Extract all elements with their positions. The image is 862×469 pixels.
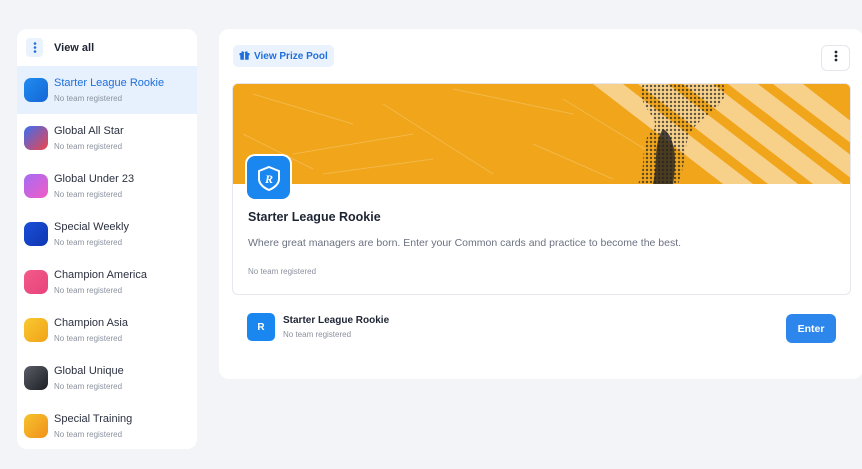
league-color-icon <box>24 318 48 342</box>
league-item-text: Special Weekly No team registered <box>54 220 129 249</box>
league-item-text: Champion Asia No team registered <box>54 316 128 345</box>
view-all-button[interactable]: View all <box>17 29 197 66</box>
league-color-icon <box>24 222 48 246</box>
league-item-status: No team registered <box>54 237 123 247</box>
more-vertical-icon <box>26 38 43 57</box>
kebab-menu-icon <box>834 49 838 67</box>
sidebar-league-item[interactable]: Champion Asia No team registered <box>17 306 197 354</box>
league-card: R Starter League Rookie Where great mana… <box>232 83 851 295</box>
league-item-text: Starter League Rookie No team registered <box>54 76 164 105</box>
league-item-text: Global Unique No team registered <box>54 364 124 393</box>
view-all-label: View all <box>54 41 95 54</box>
league-item-name: Global Unique <box>54 364 124 377</box>
sidebar-league-item[interactable]: Starter League Rookie No team registered <box>17 66 197 114</box>
more-options-button[interactable] <box>821 45 850 71</box>
sidebar-league-item[interactable]: Special Training No team registered <box>17 402 197 449</box>
league-item-status: No team registered <box>54 141 123 151</box>
league-item-name: Starter League Rookie <box>54 76 165 89</box>
league-list: Starter League Rookie No team registered G… <box>17 66 197 449</box>
league-badge-icon: R <box>247 156 290 199</box>
view-prize-pool-button[interactable]: View Prize Pool <box>233 45 334 67</box>
league-card-description: Where great managers are born. Enter you… <box>248 237 682 249</box>
league-color-icon <box>24 126 48 150</box>
sidebar-league-item[interactable]: Global All Star No team registered <box>17 114 197 162</box>
league-item-text: Champion America No team registered <box>54 268 147 297</box>
league-detail-panel: View Prize Pool R Starter League Rookie … <box>219 29 862 379</box>
league-item-name: Global Under 23 <box>54 172 135 185</box>
league-banner-image <box>233 84 850 184</box>
sidebar-league-item[interactable]: Global Unique No team registered <box>17 354 197 402</box>
league-item-status: No team registered <box>54 285 123 295</box>
league-item-name: Special Weekly <box>54 220 129 233</box>
league-color-icon <box>24 414 48 438</box>
league-item-status: No team registered <box>54 93 123 103</box>
league-item-text: Global Under 23 No team registered <box>54 172 134 201</box>
sidebar-league-item[interactable]: Special Weekly No team registered <box>17 210 197 258</box>
league-item-name: Champion America <box>54 268 147 281</box>
league-item-text: Global All Star No team registered <box>54 124 124 153</box>
league-card-status: No team registered <box>248 267 317 276</box>
svg-text:R: R <box>263 172 272 186</box>
sidebar-league-item[interactable]: Global Under 23 No team registered <box>17 162 197 210</box>
league-entry-name: Starter League Rookie <box>283 314 390 326</box>
league-color-icon <box>24 78 48 102</box>
league-item-name: Special Training <box>54 412 133 425</box>
enter-button[interactable]: Enter <box>786 314 836 343</box>
gift-icon <box>239 50 250 63</box>
league-item-status: No team registered <box>54 189 123 199</box>
league-card-title: Starter League Rookie <box>248 210 381 224</box>
league-sidebar: View all Starter League Rookie No team re… <box>17 29 197 449</box>
league-item-status: No team registered <box>54 429 123 439</box>
league-item-status: No team registered <box>54 381 123 391</box>
league-entry-row: R Starter League Rookie No team register… <box>247 313 389 341</box>
league-item-text: Special Training No team registered <box>54 412 132 441</box>
league-item-name: Global All Star <box>54 124 124 137</box>
league-item-name: Champion Asia <box>54 316 128 329</box>
league-color-icon <box>24 174 48 198</box>
league-color-icon <box>24 270 48 294</box>
league-item-status: No team registered <box>54 333 123 343</box>
league-entry-status: No team registered <box>283 329 352 339</box>
sidebar-league-item[interactable]: Champion America No team registered <box>17 258 197 306</box>
view-prize-pool-label: View Prize Pool <box>254 50 328 62</box>
league-entry-badge: R <box>247 313 275 341</box>
league-color-icon <box>24 366 48 390</box>
